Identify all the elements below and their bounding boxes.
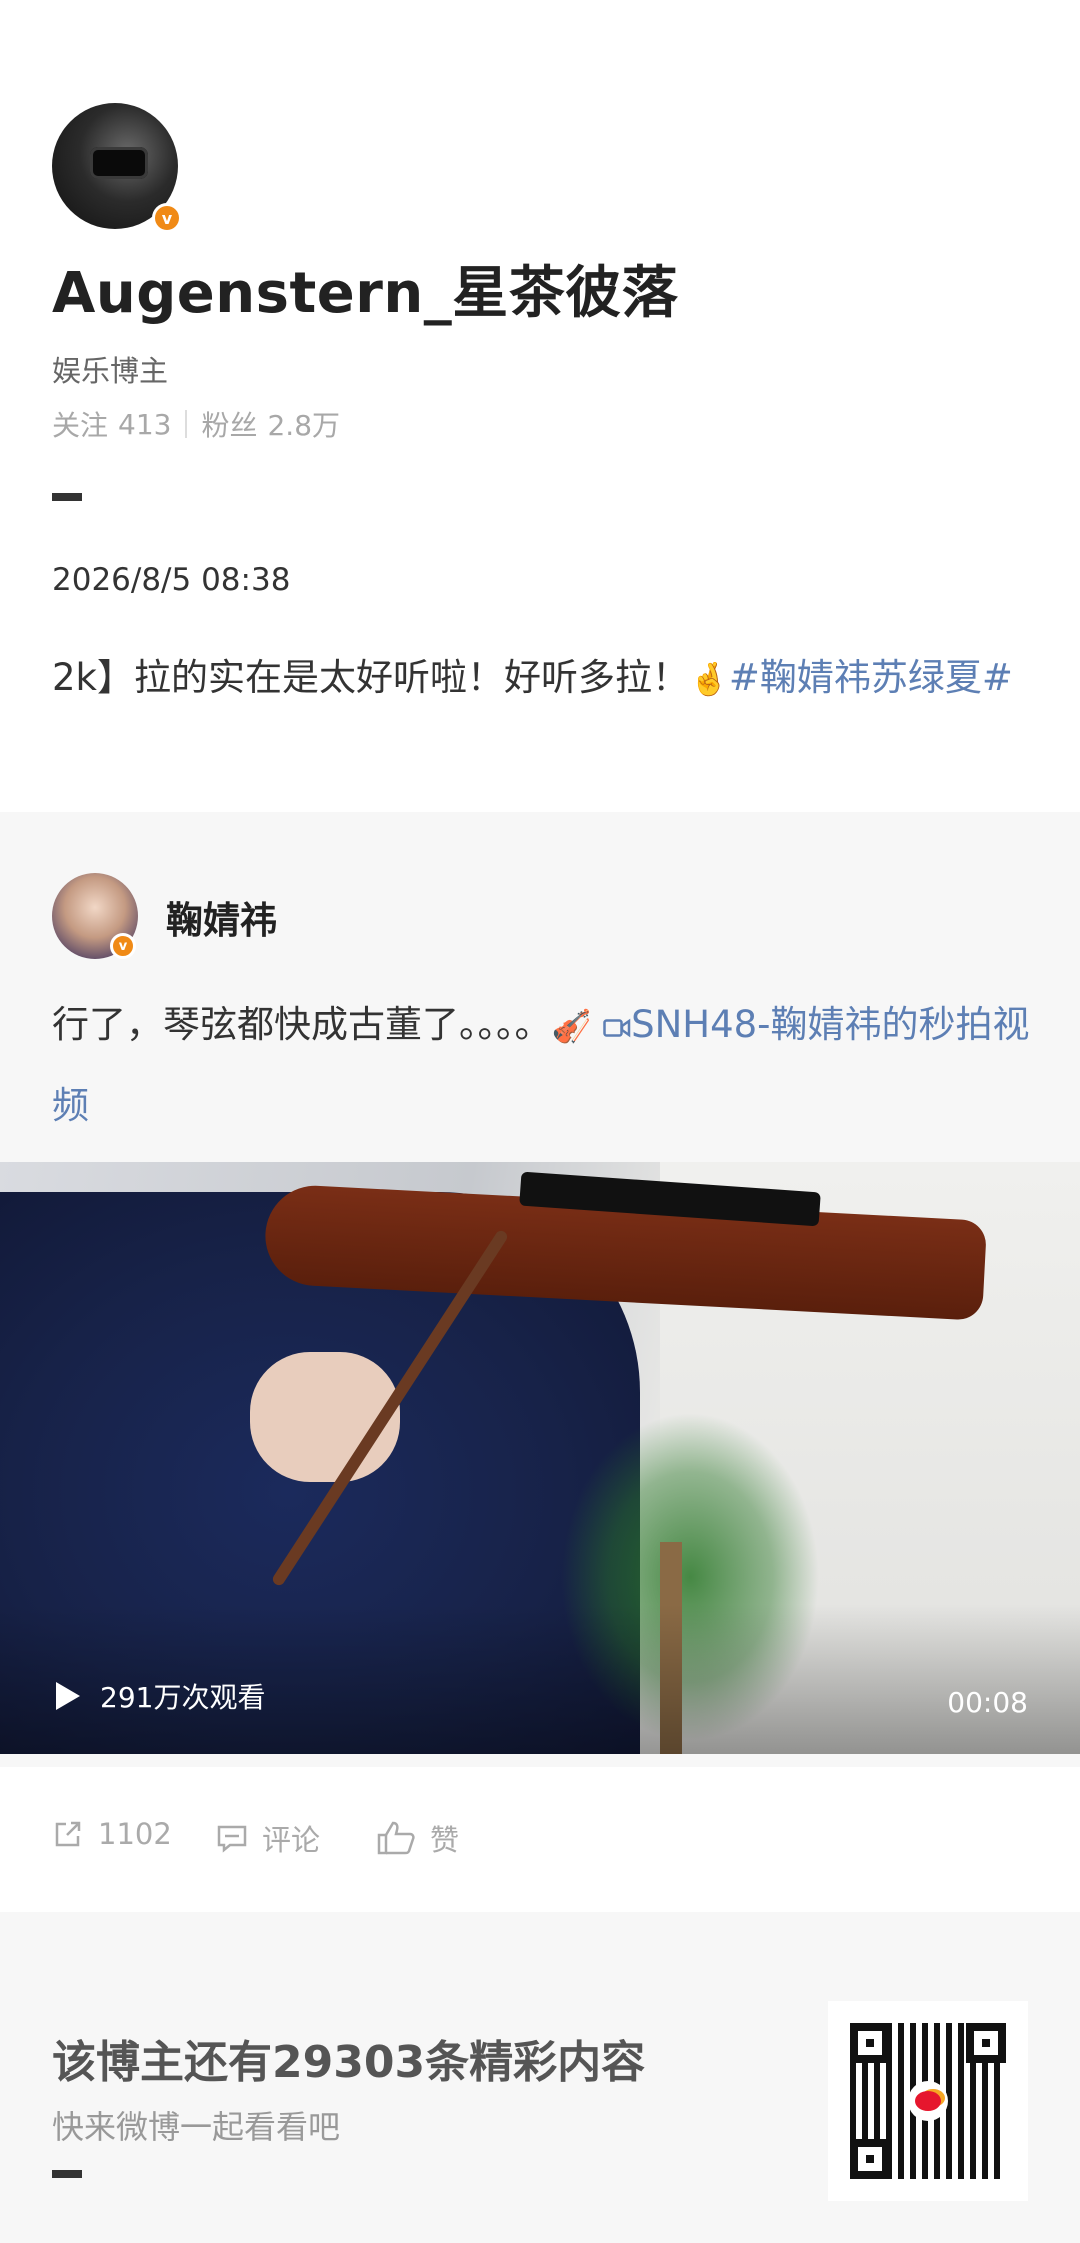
author-avatar[interactable]: v — [52, 103, 182, 233]
video-duration: 00:08 — [947, 1686, 1028, 1719]
violin-emoji-icon: 🎻 — [551, 1007, 592, 1045]
video-camera-icon — [603, 1018, 631, 1038]
post-date: 2026/8/5 08:38 — [52, 562, 291, 598]
following-label: 关注 — [52, 409, 109, 442]
video-view-info[interactable]: 291万次观看 — [56, 1676, 265, 1716]
repost-avatar[interactable]: v — [52, 873, 138, 959]
comment-icon — [217, 1825, 247, 1853]
repost-author-name[interactable]: 鞠婧祎 — [166, 890, 277, 944]
repost-card[interactable]: v 鞠婧祎 行了，琴弦都快成古董了。。。。🎻 SNH48-鞠婧祎的秒拍视频 — [0, 812, 1080, 1912]
avatar-camera-shape — [90, 147, 148, 179]
video-player[interactable] — [0, 1162, 1080, 1754]
action-bar: 1102 评论 赞 — [0, 1767, 1080, 1912]
share-icon — [55, 1821, 81, 1847]
verified-icon: v — [110, 933, 136, 959]
author-name[interactable]: Augenstern_星茶彼落 — [52, 248, 678, 329]
qr-finder — [966, 2023, 1006, 2063]
qr-pattern — [850, 2023, 1006, 2179]
author-stats: 关注 413 粉丝 2.8万 — [52, 404, 340, 444]
play-icon[interactable] — [56, 1682, 80, 1710]
finger-heart-emoji-icon: 🤞 — [688, 660, 729, 698]
qr-code[interactable] — [828, 2001, 1028, 2201]
post-text: 2k】拉的实在是太好听啦！好听多拉！🤞#鞠婧祎苏绿夏# — [52, 638, 1037, 719]
followers-count: 2.8万 — [267, 409, 341, 442]
verified-icon: v — [152, 203, 182, 233]
comment-label: 评论 — [262, 1823, 321, 1857]
footer-divider-mark — [52, 2170, 82, 2178]
author-role: 娱乐博主 — [52, 354, 169, 388]
like-label: 赞 — [430, 1823, 460, 1857]
following-count: 413 — [118, 407, 172, 441]
stats-divider — [185, 410, 188, 438]
share-button[interactable]: 1102 — [52, 1817, 172, 1851]
weibo-logo-icon — [908, 2081, 948, 2121]
post-body: 2k】拉的实在是太好听啦！好听多拉！ — [52, 656, 689, 699]
weibo-share-page: v Augenstern_星茶彼落 娱乐博主 关注 413 粉丝 2.8万 20… — [0, 0, 1080, 2243]
thumbs-up-icon — [377, 1821, 415, 1855]
qr-finder — [850, 2023, 890, 2063]
hashtag-link[interactable]: #鞠婧祎苏绿夏# — [729, 656, 1013, 699]
video-views: 291万次观看 — [100, 1681, 266, 1714]
share-count: 1102 — [98, 1817, 172, 1851]
repost-text: 行了，琴弦都快成古董了。。。。🎻 SNH48-鞠婧祎的秒拍视频 — [52, 985, 1042, 1146]
promo-title: 该博主还有29303条精彩内容 — [52, 2037, 646, 2088]
author-section: v Augenstern_星茶彼落 娱乐博主 关注 413 粉丝 2.8万 20… — [0, 0, 1080, 812]
promo-subtitle: 快来微博一起看看吧 — [52, 2108, 341, 2146]
like-button[interactable]: 赞 — [376, 1817, 459, 1859]
comment-button[interactable]: 评论 — [216, 1817, 320, 1859]
followers-label: 粉丝 — [201, 409, 258, 442]
qr-finder — [850, 2139, 890, 2179]
repost-body: 行了，琴弦都快成古董了。。。。 — [52, 1003, 552, 1046]
promo-footer: 该博主还有29303条精彩内容 快来微博一起看看吧 — [0, 1912, 1080, 2243]
section-divider-mark — [52, 493, 82, 501]
